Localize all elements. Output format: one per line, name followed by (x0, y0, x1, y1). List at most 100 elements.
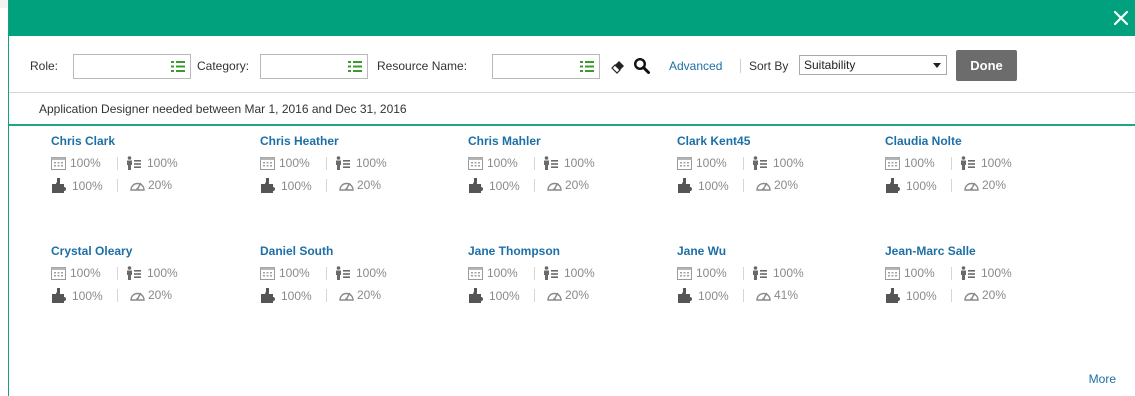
person-skills-icon (336, 266, 350, 280)
availability-metric: 100% (51, 156, 101, 170)
workload-metric: 100% (260, 178, 312, 193)
metric-divider (951, 289, 952, 302)
resource-card: Jean-Marc Salle 100% 100% 100% 20% (885, 244, 1085, 324)
skill-metric: 100% (126, 266, 178, 280)
metric-divider (743, 267, 744, 280)
availability-value: 100% (696, 266, 727, 280)
performance-metric: 20% (129, 178, 172, 192)
skill-value: 100% (356, 156, 387, 170)
speedometer-icon (339, 182, 354, 191)
resource-name-link[interactable]: Jean-Marc Salle (885, 244, 976, 258)
calendar-icon (677, 157, 692, 170)
done-button[interactable]: Done (956, 50, 1017, 81)
resource-name-link[interactable]: Chris Mahler (468, 134, 541, 148)
resource-card: Chris Clark 100% 100% 100% 20% (51, 134, 251, 214)
speedometer-icon (547, 292, 562, 301)
workload-metric: 100% (885, 288, 937, 303)
skill-metric: 100% (543, 266, 595, 280)
close-icon[interactable] (1111, 8, 1131, 28)
skill-value: 100% (147, 156, 178, 170)
resource-card: Daniel South 100% 100% 100% 20% (260, 244, 460, 324)
puzzle-piece-icon (886, 288, 900, 303)
availability-metric: 100% (260, 266, 310, 280)
metric-divider (951, 179, 952, 192)
performance-value: 20% (774, 178, 799, 192)
more-link[interactable]: More (1089, 372, 1116, 386)
person-skills-icon (336, 156, 350, 170)
performance-value: 20% (148, 288, 173, 302)
skill-value: 100% (981, 156, 1012, 170)
performance-value: 20% (982, 288, 1007, 302)
skill-metric: 100% (335, 266, 387, 280)
metric-divider (743, 157, 744, 170)
performance-value: 20% (565, 288, 590, 302)
workload-metric: 100% (51, 288, 103, 303)
availability-metric: 100% (885, 266, 935, 280)
availability-value: 100% (487, 156, 518, 170)
resource-card: Claudia Nolte 100% 100% 100% 20% (885, 134, 1085, 214)
person-skills-icon (127, 156, 141, 170)
list-picker-icon[interactable] (580, 60, 594, 73)
sort-by-label: Sort By (749, 59, 789, 73)
calendar-icon (885, 267, 900, 280)
search-icon[interactable] (633, 57, 651, 75)
availability-value: 100% (487, 266, 518, 280)
skill-value: 100% (981, 266, 1012, 280)
performance-metric: 20% (963, 288, 1006, 302)
advanced-link[interactable]: Advanced (669, 59, 722, 73)
resource-name-link[interactable]: Claudia Nolte (885, 134, 962, 148)
person-skills-icon (544, 156, 558, 170)
resource-card: Chris Heather 100% 100% 100% 20% (260, 134, 460, 214)
metric-divider (534, 289, 535, 302)
skill-value: 100% (356, 266, 387, 280)
workload-metric: 100% (260, 288, 312, 303)
sort-by-select[interactable]: Suitability (799, 55, 947, 75)
puzzle-piece-icon (678, 178, 692, 193)
calendar-icon (51, 157, 66, 170)
workload-value: 100% (72, 178, 103, 193)
calendar-icon (468, 267, 483, 280)
resource-card: Jane Wu 100% 100% 100% 41% (677, 244, 877, 324)
calendar-icon (677, 267, 692, 280)
person-skills-icon (127, 266, 141, 280)
resource-name-input[interactable] (492, 54, 600, 79)
availability-metric: 100% (260, 156, 310, 170)
availability-value: 100% (279, 266, 310, 280)
category-input[interactable] (260, 54, 368, 79)
eraser-icon[interactable] (609, 57, 627, 75)
performance-value: 20% (357, 288, 382, 302)
skill-metric: 100% (543, 156, 595, 170)
metric-divider (951, 157, 952, 170)
performance-metric: 20% (546, 288, 589, 302)
puzzle-piece-icon (261, 178, 275, 193)
list-picker-icon[interactable] (171, 60, 185, 73)
skill-value: 100% (564, 266, 595, 280)
skill-metric: 100% (960, 266, 1012, 280)
resource-name-link[interactable]: Daniel South (260, 244, 333, 258)
resource-name-link[interactable]: Jane Thompson (468, 244, 560, 258)
availability-metric: 100% (468, 266, 518, 280)
performance-value: 20% (357, 178, 382, 192)
performance-metric: 20% (546, 178, 589, 192)
calendar-icon (260, 267, 275, 280)
resource-name-link[interactable]: Chris Heather (260, 134, 339, 148)
calendar-icon (51, 267, 66, 280)
list-picker-icon[interactable] (348, 60, 362, 73)
resource-name-link[interactable]: Jane Wu (677, 244, 726, 258)
skill-value: 100% (564, 156, 595, 170)
role-input[interactable] (73, 54, 191, 79)
performance-metric: 20% (338, 288, 381, 302)
workload-value: 100% (906, 288, 937, 303)
resource-name-link[interactable]: Chris Clark (51, 134, 115, 148)
toolbar-separator-wrap (740, 54, 741, 78)
performance-metric: 41% (755, 288, 798, 302)
sort-by-label-wrap: Sort By (749, 54, 788, 78)
metric-divider (326, 157, 327, 170)
resource-name-link[interactable]: Crystal Oleary (51, 244, 132, 258)
availability-metric: 100% (468, 156, 518, 170)
resource-name-link[interactable]: Clark Kent45 (677, 134, 750, 148)
metric-divider (117, 157, 118, 170)
availability-metric: 100% (677, 156, 727, 170)
workload-value: 100% (489, 178, 520, 193)
metric-divider (534, 157, 535, 170)
